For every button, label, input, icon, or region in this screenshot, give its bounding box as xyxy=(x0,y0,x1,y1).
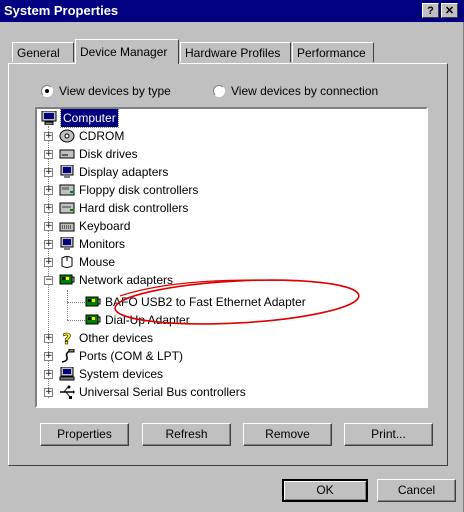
floppy-controller-icon xyxy=(59,184,75,196)
collapse-button[interactable]: − xyxy=(44,276,53,285)
network-card-icon xyxy=(85,296,101,307)
monitor-icon xyxy=(60,237,74,250)
tab-device-manager[interactable]: Device Manager xyxy=(75,39,179,64)
expand-button[interactable]: + xyxy=(44,150,53,159)
radio-selected-indicator xyxy=(41,85,53,97)
expand-button[interactable]: + xyxy=(44,132,53,141)
close-button[interactable]: ✕ xyxy=(441,3,458,18)
radio-unselected-indicator xyxy=(213,85,225,97)
system-properties-window: System Properties ? ✕ General Device Man… xyxy=(0,0,464,512)
tree-line xyxy=(67,302,85,303)
window-title: System Properties xyxy=(4,3,119,18)
device-tree[interactable]: Computer + CDROM + Disk drives + Display… xyxy=(35,107,428,408)
title-bar[interactable]: System Properties ? ✕ xyxy=(0,0,464,22)
expand-button[interactable]: + xyxy=(44,388,53,397)
expand-button[interactable]: + xyxy=(44,186,53,195)
tree-item-label: BAFO USB2 to Fast Ethernet Adapter xyxy=(105,295,306,309)
tree-item-label: CDROM xyxy=(79,129,125,143)
expand-button[interactable]: + xyxy=(44,258,53,267)
computer-icon xyxy=(41,111,57,125)
help-button[interactable]: ? xyxy=(422,3,439,18)
mouse-icon xyxy=(61,256,73,268)
hard-disk-controller-icon xyxy=(59,202,75,214)
ok-button[interactable]: OK xyxy=(282,479,368,502)
tree-item-label: Disk drives xyxy=(79,147,138,161)
tree-item-label: Ports (COM & LPT) xyxy=(79,349,184,363)
tree-item-label: Hard disk controllers xyxy=(79,201,189,215)
tree-item-label: System devices xyxy=(79,367,164,381)
port-icon xyxy=(61,349,75,363)
tree-item-label: Display adapters xyxy=(79,165,169,179)
print-button[interactable]: Print... xyxy=(344,423,433,446)
tree-line xyxy=(67,290,68,320)
tab-general[interactable]: General xyxy=(12,42,74,62)
expand-button[interactable]: + xyxy=(44,352,53,361)
expand-button[interactable]: + xyxy=(44,204,53,213)
tree-item-label: Mouse xyxy=(79,255,116,269)
expand-button[interactable]: + xyxy=(44,370,53,379)
view-by-connection-label: View devices by connection xyxy=(231,84,379,98)
expand-button[interactable]: + xyxy=(44,222,53,231)
view-by-type-radio[interactable]: View devices by type xyxy=(41,84,171,98)
disk-drive-icon xyxy=(59,149,75,159)
network-card-icon xyxy=(85,314,101,325)
usb-icon xyxy=(60,385,75,399)
tree-item-label: Floppy disk controllers xyxy=(79,183,199,197)
expand-button[interactable]: + xyxy=(44,334,53,343)
tree-item-label: Other devices xyxy=(79,331,154,345)
tree-item-label: Keyboard xyxy=(79,219,131,233)
tree-item-label: Dial-Up Adapter xyxy=(105,313,190,327)
network-adapter-icon xyxy=(59,274,75,285)
view-by-connection-radio[interactable]: View devices by connection xyxy=(213,84,378,98)
remove-button[interactable]: Remove xyxy=(243,423,332,446)
tree-item-label: Monitors xyxy=(79,237,126,251)
system-devices-icon xyxy=(59,367,75,381)
refresh-button[interactable]: Refresh xyxy=(142,423,231,446)
view-by-type-label: View devices by type xyxy=(59,84,171,98)
tree-line xyxy=(67,320,85,321)
expand-button[interactable]: + xyxy=(44,240,53,249)
properties-button[interactable]: Properties xyxy=(40,423,129,446)
cancel-button[interactable]: Cancel xyxy=(377,479,456,502)
tree-item-label: Computer xyxy=(60,109,119,128)
svg-text:?: ? xyxy=(63,331,72,345)
tab-performance[interactable]: Performance xyxy=(292,42,374,62)
tree-item-label: Network adapters xyxy=(79,273,174,287)
tree-item-label: Universal Serial Bus controllers xyxy=(79,385,246,399)
monitor-icon xyxy=(60,165,74,178)
tab-hardware-profiles[interactable]: Hardware Profiles xyxy=(180,42,291,62)
cdrom-icon xyxy=(59,129,75,143)
question-icon: ? xyxy=(62,331,72,345)
expand-button[interactable]: + xyxy=(44,168,53,177)
keyboard-icon xyxy=(59,222,75,232)
